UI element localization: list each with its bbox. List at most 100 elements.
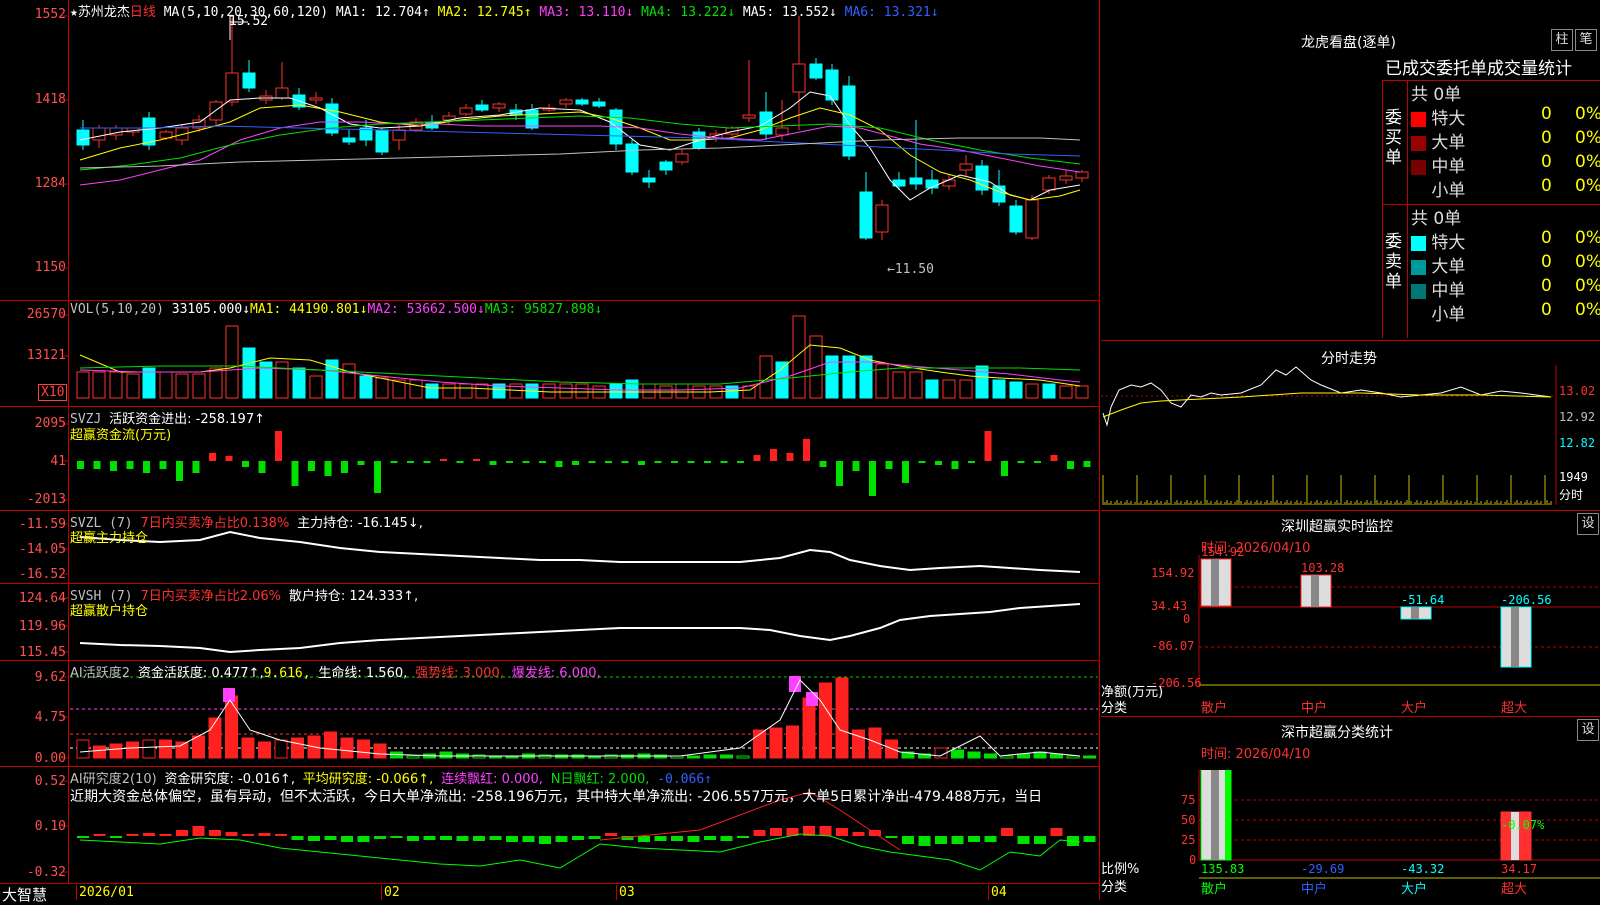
flow-bar — [605, 461, 612, 463]
flow-bar — [1017, 461, 1025, 463]
sz-settings-button[interactable]: 设 — [1577, 513, 1599, 535]
svsh-axis-low: 115.45 — [19, 645, 66, 660]
research-bar — [159, 834, 172, 836]
flow-bar — [885, 461, 893, 469]
buy-row: 中单 0 0% — [1411, 152, 1600, 177]
buy-row: 大单 0 0% — [1411, 128, 1600, 153]
flow-bar — [654, 461, 662, 463]
sz-bar-shade — [1311, 575, 1319, 607]
flow-bar — [506, 461, 513, 463]
active-bar — [835, 677, 849, 759]
active-bar — [208, 717, 222, 759]
candle-body — [775, 127, 789, 136]
order-percent: 0% — [1575, 152, 1600, 172]
flow-bar — [687, 461, 695, 463]
candle-body — [592, 101, 606, 107]
active-bar — [406, 755, 420, 759]
active-bar — [819, 682, 832, 759]
main-chart-area[interactable]: ★苏州龙杰日线 MA(5,10,20,30,60,120) MA1: 12.70… — [0, 0, 1100, 904]
ss-stats-title: 深市超赢分类统计 — [1281, 725, 1393, 741]
active-bar — [324, 731, 337, 759]
svsh-holding: 散户持仓: 124.333↑, — [288, 589, 419, 604]
flow-bar — [176, 461, 183, 481]
flow-bar — [440, 459, 447, 461]
ss-axis-0: 0 — [1189, 853, 1197, 867]
vol-ma3: MA3: 95827.898↓ — [484, 302, 603, 317]
active-bar — [258, 741, 271, 759]
svzj-axis-low: -2013 — [26, 492, 66, 507]
order-size-label: 大单 — [1426, 257, 1466, 277]
flow-bar — [1083, 461, 1091, 467]
tab-orders[interactable]: 委托单 — [1436, 59, 1487, 79]
ss-bar-accent — [1225, 770, 1231, 860]
sz-bar-shade — [1211, 559, 1219, 606]
burst-marker — [806, 692, 818, 706]
flow-bar — [126, 461, 134, 469]
candle-body — [759, 111, 773, 135]
research-bar — [407, 836, 419, 841]
active-bar — [1083, 755, 1096, 759]
ai-strong-line: 强势线: 3.000, — [415, 666, 504, 681]
order-percent: 0% — [1575, 300, 1600, 320]
bar-view-button[interactable]: 柱 — [1551, 29, 1573, 51]
active-bar — [291, 737, 304, 759]
svzl-holding: 主力持仓: -16.145↓, — [297, 516, 423, 531]
candle-body — [1042, 177, 1056, 191]
order-color-swatch — [1411, 111, 1426, 127]
flow-bar — [704, 461, 711, 463]
ss-settings-button[interactable]: 设 — [1577, 719, 1599, 741]
tab-volume-stats[interactable]: 成交量统计 — [1487, 59, 1572, 79]
volume-bar — [1009, 381, 1023, 399]
tab-filled[interactable]: 已成交 — [1385, 59, 1436, 79]
flow-bar — [258, 461, 266, 473]
sz-category: 超大 — [1501, 701, 1528, 716]
active-bar — [967, 751, 981, 759]
svzl-axis-low: -16.52 — [19, 567, 66, 582]
ai-research-nday: N日飘红: 2.000, — [550, 772, 650, 787]
candle-body — [875, 204, 889, 233]
buy-orders-label: 委买单 — [1385, 108, 1402, 168]
flow-bar — [159, 461, 167, 469]
candle-body — [625, 143, 639, 173]
sz-bar-value: 154.92 — [1201, 545, 1245, 559]
volume-bar — [76, 371, 90, 399]
ss-category-label: 分类 — [1101, 880, 1128, 895]
flow-bar — [869, 461, 876, 496]
active-bar — [274, 739, 288, 759]
order-count: 0 — [1541, 228, 1552, 248]
order-count: 0 — [1541, 300, 1552, 320]
svsh-axis-mid: 119.96 — [19, 619, 66, 634]
pen-view-button[interactable]: 笔 — [1575, 29, 1597, 51]
low-price-annotation: ←11.50 — [887, 262, 934, 277]
flow-bar — [588, 461, 596, 463]
svzl-subtitle: 超赢主力持仓 — [70, 531, 149, 546]
active-bar — [192, 735, 205, 759]
sell-row: 中单 0 0% — [1411, 276, 1600, 301]
vol-value: 33105.000↓ — [171, 302, 251, 317]
volume-bar — [1059, 385, 1073, 399]
research-bar — [984, 836, 997, 842]
ss-category: 散户 — [1201, 882, 1228, 897]
flow-bar — [539, 461, 546, 463]
sell-row: 小单 0 0% — [1411, 300, 1600, 325]
intraday-axis-high: 13.02 — [1559, 384, 1596, 398]
research-bar — [522, 836, 535, 842]
intraday-tab[interactable]: 分时 — [1559, 486, 1583, 503]
order-size-label: 小单 — [1426, 181, 1466, 201]
ai-research-continuous: 连续飘红: 0.000, — [441, 772, 543, 787]
volume-bar — [1075, 385, 1089, 399]
intraday-chart — [1101, 365, 1557, 505]
candle-body — [959, 163, 973, 171]
order-percent: 0% — [1575, 104, 1600, 124]
volume-bar — [775, 361, 789, 399]
research-bar — [572, 836, 584, 840]
active-bar — [852, 729, 865, 759]
x-label-2026-01: 2026/01 — [76, 885, 134, 900]
research-bar — [291, 836, 304, 840]
research-bar — [770, 828, 782, 836]
sz-category-label: 分类 — [1101, 701, 1128, 716]
candle-body — [275, 87, 289, 99]
ss-axis-75: 75 — [1181, 793, 1196, 807]
vol-axis-mid: 13121 — [26, 348, 66, 363]
sz-axis-3: 0 — [1183, 612, 1191, 626]
